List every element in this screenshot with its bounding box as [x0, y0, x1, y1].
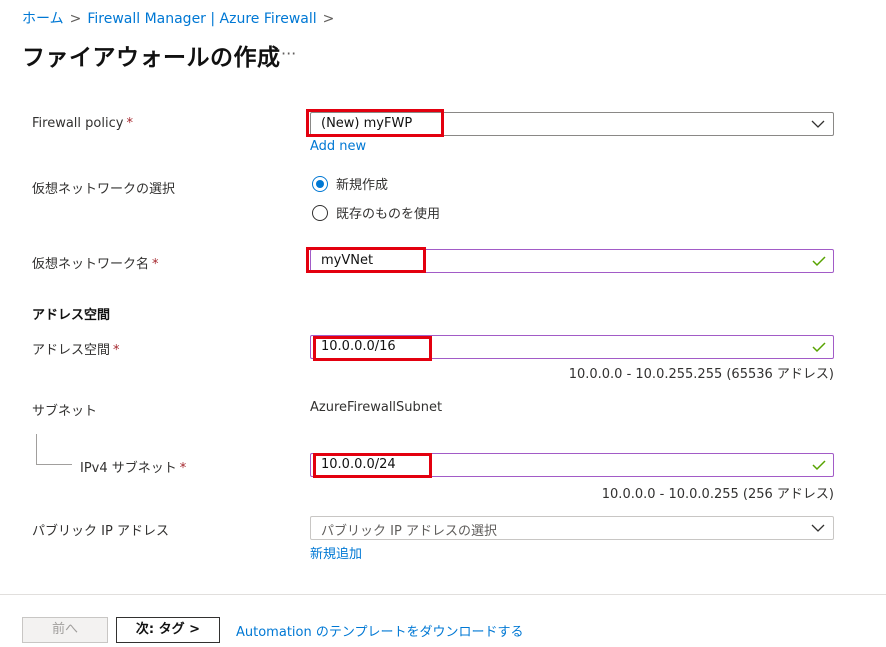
required-marker: *: [126, 116, 133, 131]
footer-divider: [0, 594, 886, 595]
more-options-button[interactable]: ···: [281, 44, 296, 63]
radio-use-existing-label: 既存のものを使用: [336, 207, 441, 222]
ipv4-subnet-range: 10.0.0.0 - 10.0.0.255 (256 アドレス): [601, 487, 834, 502]
page-title: ファイアウォールの作成: [22, 45, 281, 71]
breadcrumb-separator: >: [69, 11, 82, 27]
vnet-name-input[interactable]: myVNet: [310, 249, 834, 273]
ipv4-subnet-label-text: IPv4 サブネット: [80, 461, 177, 476]
next-tags-button[interactable]: 次: タグ >: [116, 617, 220, 643]
add-new-policy-link[interactable]: Add new: [310, 139, 366, 154]
vnet-choice-label: 仮想ネットワークの選択: [32, 182, 176, 197]
chevron-down-icon: [811, 524, 825, 532]
required-marker: *: [179, 461, 187, 476]
address-space-label: アドレス空間 *: [32, 339, 120, 358]
checkmark-icon: [812, 342, 826, 353]
tree-connector: [36, 464, 72, 465]
firewall-policy-value: (New) myFWP: [321, 116, 413, 131]
firewall-policy-label-text: Firewall policy: [32, 116, 124, 131]
checkmark-icon: [812, 256, 826, 267]
subnet-value: AzureFirewallSubnet: [310, 400, 443, 415]
public-ip-placeholder: パブリック IP アドレスの選択: [321, 524, 497, 539]
vnet-name-label-text: 仮想ネットワーク名: [32, 257, 150, 272]
breadcrumb-home[interactable]: ホーム: [22, 11, 64, 27]
required-marker: *: [113, 343, 120, 358]
address-space-range: 10.0.0.0 - 10.0.255.255 (65536 アドレス): [568, 367, 834, 382]
checkmark-icon: [812, 460, 826, 471]
radio-create-new[interactable]: 新規作成: [312, 174, 388, 193]
previous-button[interactable]: 前へ: [22, 617, 108, 643]
required-marker: *: [152, 257, 159, 272]
vnet-name-value: myVNet: [321, 253, 374, 268]
address-space-section-heading: アドレス空間: [32, 308, 111, 323]
radio-create-new-label: 新規作成: [336, 178, 389, 193]
firewall-policy-label: Firewall policy *: [32, 116, 133, 131]
firewall-policy-dropdown[interactable]: (New) myFWP: [310, 112, 834, 136]
tree-connector: [36, 434, 37, 464]
breadcrumb-separator: >: [322, 11, 335, 27]
public-ip-dropdown[interactable]: パブリック IP アドレスの選択: [310, 516, 834, 540]
radio-unselected-icon[interactable]: [312, 204, 328, 221]
ipv4-subnet-label: IPv4 サブネット *: [80, 457, 186, 476]
subnet-label: サブネット: [32, 404, 98, 419]
address-space-input[interactable]: 10.0.0.0/16: [310, 335, 834, 359]
address-space-label-text: アドレス空間: [32, 343, 111, 358]
vnet-name-label: 仮想ネットワーク名 *: [32, 253, 159, 272]
ipv4-subnet-input[interactable]: 10.0.0.0/24: [310, 453, 834, 477]
radio-use-existing[interactable]: 既存のものを使用: [312, 203, 440, 222]
address-space-value: 10.0.0.0/16: [321, 339, 396, 354]
breadcrumb: ホーム > Firewall Manager | Azure Firewall >: [22, 8, 340, 28]
public-ip-label: パブリック IP アドレス: [32, 524, 169, 539]
download-automation-template-link[interactable]: Automation のテンプレートをダウンロードする: [236, 621, 523, 640]
breadcrumb-firewall-manager[interactable]: Firewall Manager | Azure Firewall: [87, 11, 316, 27]
ipv4-subnet-value: 10.0.0.0/24: [321, 457, 396, 472]
add-public-ip-link[interactable]: 新規追加: [310, 543, 362, 562]
chevron-down-icon: [811, 120, 825, 128]
radio-selected-icon[interactable]: [312, 175, 328, 192]
